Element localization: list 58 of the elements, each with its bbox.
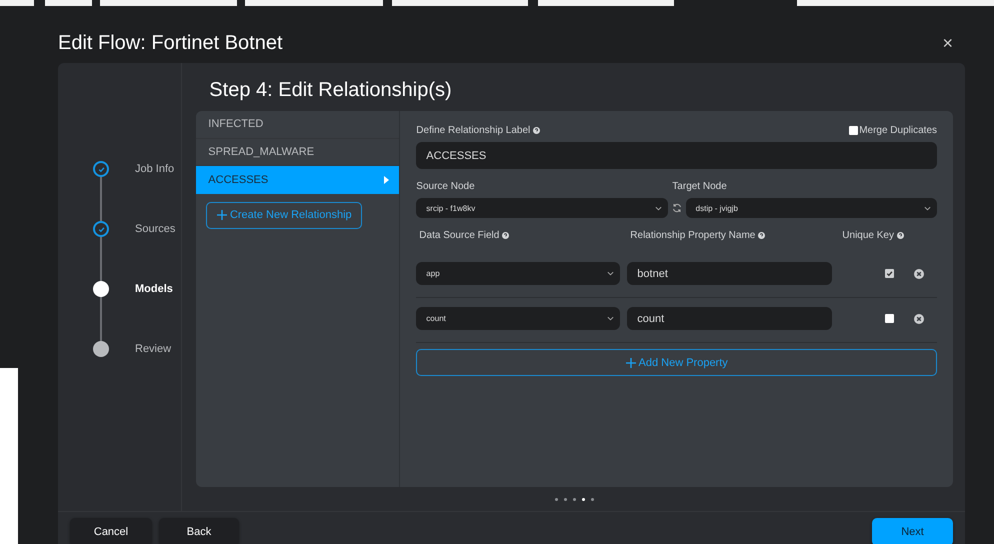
chevron-down-icon xyxy=(607,316,614,321)
help-icon[interactable] xyxy=(897,232,904,239)
column-header: Relationship Property Name xyxy=(630,230,836,241)
backdrop-page xyxy=(45,0,92,6)
plus-icon xyxy=(216,210,227,220)
property-name-input[interactable]: count xyxy=(627,307,832,330)
step-title: Step 4: Edit Relationship(s) xyxy=(209,79,452,101)
source-field-select[interactable]: app xyxy=(416,262,620,285)
relationship-item[interactable]: ACCESSES xyxy=(196,166,400,194)
backdrop-page xyxy=(0,0,34,6)
step-label[interactable]: Job Info xyxy=(135,161,174,177)
plus-icon xyxy=(626,358,636,368)
checkbox-label: Merge Duplicates xyxy=(859,125,937,136)
field-label: Define Relationship Label xyxy=(416,125,540,136)
step-label[interactable]: Review xyxy=(135,341,172,357)
create-relationship-button[interactable]: Create New Relationship xyxy=(206,202,362,228)
chevron-down-icon xyxy=(607,271,614,276)
remove-icon[interactable] xyxy=(914,314,924,324)
close-button[interactable]: × xyxy=(938,33,957,54)
property-name-input[interactable]: botnet xyxy=(627,262,832,285)
relationship-item[interactable]: INFECTED xyxy=(196,111,400,138)
column-header: Data Source Field xyxy=(419,230,624,241)
merge-checkbox[interactable] xyxy=(849,126,858,135)
field-label: Target Node xyxy=(672,181,727,192)
back-button[interactable]: Back xyxy=(159,518,239,544)
help-icon[interactable] xyxy=(758,232,766,239)
page-dot[interactable] xyxy=(582,498,586,500)
check-icon xyxy=(96,224,106,234)
label-input[interactable]: ACCESSES xyxy=(416,142,937,169)
help-icon[interactable] xyxy=(533,127,540,134)
page-dot[interactable] xyxy=(591,498,594,500)
help-icon[interactable] xyxy=(502,232,510,239)
page-dot[interactable] xyxy=(555,498,558,500)
unique-key-checkbox[interactable] xyxy=(885,314,894,323)
target-node-select[interactable]: dstip - jvigjb xyxy=(686,198,938,218)
field-label: Source Node xyxy=(416,181,476,192)
step-label[interactable]: Sources xyxy=(135,221,176,237)
caret-right-icon xyxy=(384,176,390,184)
remove-icon[interactable] xyxy=(914,268,924,278)
dialog-title: Edit Flow: Fortinet Botnet xyxy=(58,32,283,55)
check-icon xyxy=(885,269,894,278)
column-header: Unique Key xyxy=(842,230,904,241)
check-icon xyxy=(96,164,106,174)
chevron-down-icon xyxy=(654,206,662,210)
cancel-button[interactable]: Cancel xyxy=(70,518,152,544)
swap-icon[interactable] xyxy=(672,203,682,213)
step-current-dot xyxy=(93,281,109,297)
source-node-select[interactable]: srcip - f1w8kv xyxy=(416,198,668,218)
page-dot[interactable] xyxy=(573,498,576,500)
step-label[interactable]: Models xyxy=(135,281,173,297)
step-pending-dot xyxy=(93,341,109,357)
chevron-down-icon xyxy=(924,206,932,210)
add-property-button[interactable]: Add New Property xyxy=(416,349,937,376)
next-button[interactable]: Next xyxy=(872,518,953,544)
page-dot[interactable] xyxy=(564,498,568,500)
unique-key-checkbox[interactable] xyxy=(885,269,894,278)
relationship-item[interactable]: SPREAD_MALWARE xyxy=(196,138,400,166)
source-field-select[interactable]: count xyxy=(416,307,620,330)
